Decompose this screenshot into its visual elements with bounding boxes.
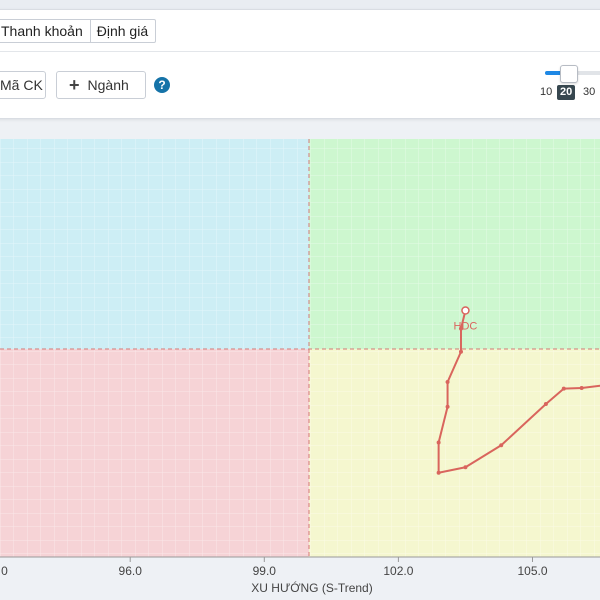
trail-point [458,349,463,354]
trail-point [445,404,450,409]
x-tick-label-partial: 93.0 [0,564,8,578]
trail-point [499,443,504,448]
series-label: HDC [454,321,478,333]
trail-point [561,386,566,391]
x-axis-title: XU HƯỚNG (S-Trend) [251,580,372,595]
trail-point [436,440,441,445]
trail-point [579,386,584,391]
trail-point [445,380,450,384]
rrg-chart: HDC 96.0 99.0 102.0 105.0 93.0 XU HƯỚNG (S-T… [0,139,600,595]
x-tick-label: 105.0 [517,564,547,578]
trail-point [543,402,548,406]
trail-point [436,470,441,475]
trail-point [463,465,468,470]
x-tick-label: 96.0 [119,564,143,578]
x-tick-label: 102.0 [383,564,413,578]
x-tick-label: 99.0 [253,564,277,578]
trail-head-point [461,306,470,315]
grid-lines [0,139,600,557]
